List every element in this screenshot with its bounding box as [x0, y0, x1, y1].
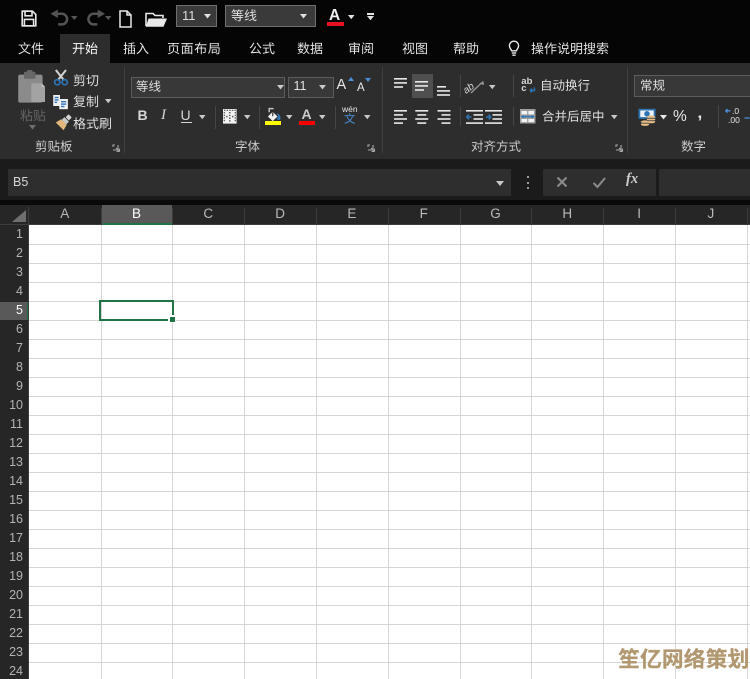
svg-text:.00: .00: [728, 115, 740, 125]
